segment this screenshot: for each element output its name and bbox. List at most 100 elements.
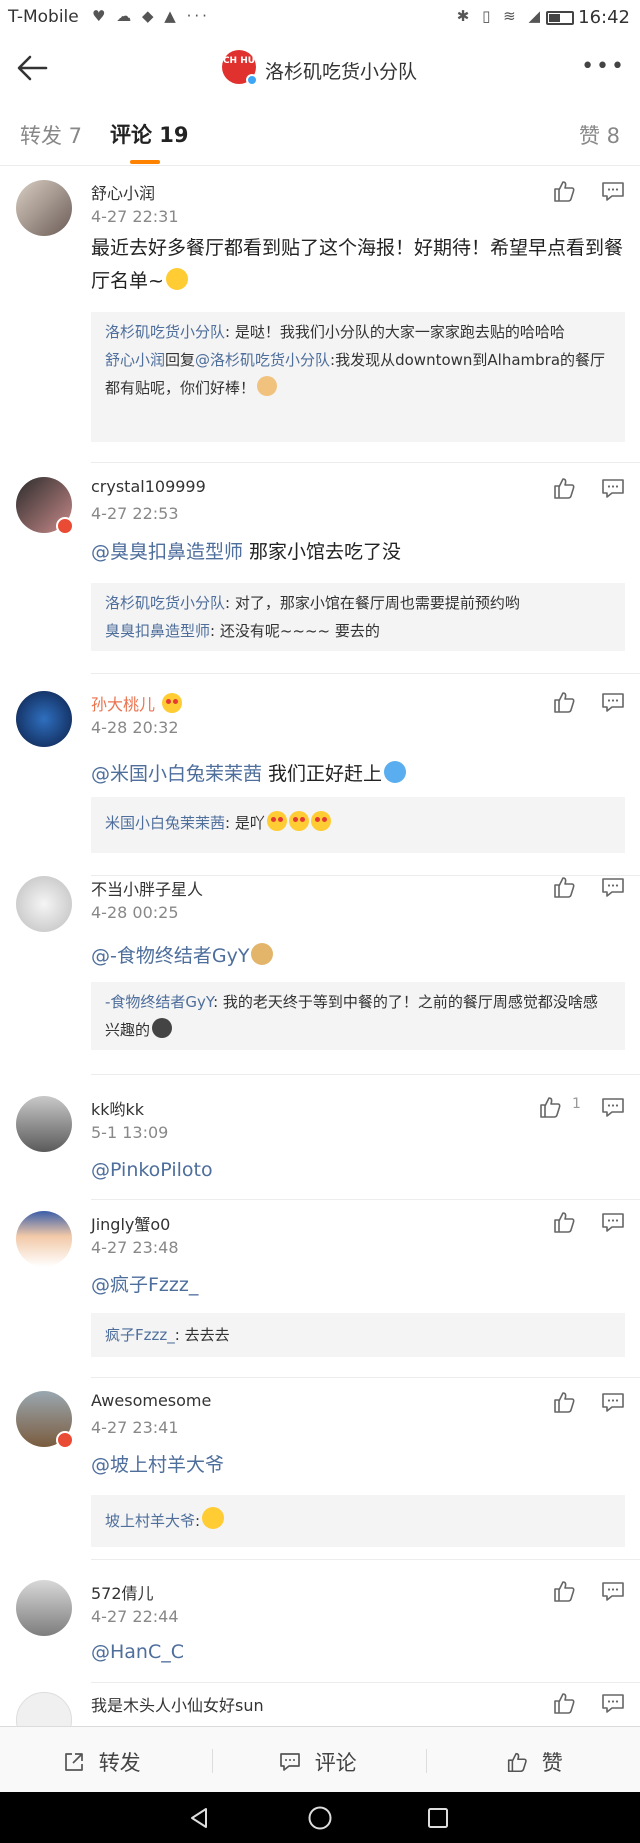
reply-icon[interactable] <box>600 178 626 204</box>
divider <box>91 1074 640 1075</box>
comment-mention[interactable]: @PinkoPiloto <box>91 1159 213 1181</box>
comment-username[interactable]: 孙大桃儿 <box>91 691 183 715</box>
doge-emoji-icon <box>251 943 274 965</box>
nav-home-icon[interactable] <box>307 1805 333 1831</box>
reply-icon[interactable] <box>600 1578 626 1604</box>
reply-text: : 是吖 <box>225 814 265 832</box>
reply-line: 舒心小润回复@洛杉矶吃货小分队:我发现从downtown到Alhambra的餐厅… <box>105 346 611 402</box>
more-icon[interactable]: ••• <box>581 54 626 79</box>
repost-button[interactable]: 转发 <box>62 1747 141 1777</box>
tab-like[interactable]: 赞 8 <box>579 120 620 150</box>
comment-text: @HanC_C <box>91 1636 626 1669</box>
nav-back-icon[interactable] <box>187 1806 211 1830</box>
comment-mention[interactable]: @坡上村羊大爷 <box>91 1454 224 1476</box>
comment-text: @疯子Fzzz_ <box>91 1269 626 1302</box>
comment-username[interactable]: 572倩儿 <box>91 1580 154 1604</box>
reply-text: : 对了，那家小馆在餐厅周也需要提前预约哟 <box>225 594 520 612</box>
thumb-up-icon[interactable] <box>537 1094 563 1120</box>
comment-button[interactable]: 评论 <box>278 1747 357 1777</box>
tab-repost[interactable]: 转发 7 <box>20 120 82 150</box>
back-arrow-icon[interactable] <box>12 48 52 88</box>
reply-username[interactable]: 洛杉矶吃货小分队 <box>105 594 225 612</box>
comment-username[interactable]: 我是木头人小仙女好sun <box>91 1692 264 1716</box>
thumbs-up-emoji-icon <box>257 376 278 396</box>
reply-box[interactable]: 洛杉矶吃货小分队: 对了，那家小馆在餐厅周也需要提前预约哟 臭臭扣鼻造型师: 还… <box>91 583 625 651</box>
reply-username[interactable]: 疯子Fzzz_ <box>105 1326 175 1344</box>
thumb-up-icon[interactable] <box>551 1690 577 1716</box>
comment-username[interactable]: kk哟kk <box>91 1096 144 1120</box>
thumb-up-icon[interactable] <box>551 475 577 501</box>
comment-text: 最近去好多餐厅都看到贴了这个海报！好期待！希望早点看到餐厅名单~ <box>91 232 626 298</box>
comment-username[interactable]: 不当小胖子星人 <box>91 876 203 900</box>
comment-date: 5-1 13:09 <box>91 1123 169 1142</box>
comment-username[interactable]: crystal109999 <box>91 477 206 496</box>
comment-icon <box>280 1753 300 1771</box>
avatar[interactable] <box>16 1211 72 1267</box>
thumb-up-icon[interactable] <box>551 689 577 715</box>
reply-line: 坡上村羊大爷: <box>105 1507 611 1535</box>
thumb-up-icon[interactable] <box>551 874 577 900</box>
reply-icon[interactable] <box>600 1209 626 1235</box>
reply-text: : 是哒！我我们小分队的大家一家家跑去贴的哈哈哈 <box>225 323 565 341</box>
comment-mention[interactable]: @-食物终结者GyY <box>91 945 249 967</box>
avatar[interactable] <box>16 876 72 932</box>
tab-comment[interactable]: 评论 19 <box>110 119 189 149</box>
comment-label: 评论 <box>314 1751 357 1775</box>
top-nav-bar: CH HU 洛杉矶吃货小分队 ••• <box>0 36 640 100</box>
reply-username[interactable]: 坡上村羊大爷 <box>105 1512 195 1530</box>
thumb-up-icon[interactable] <box>551 178 577 204</box>
reply-icon[interactable] <box>600 475 626 501</box>
reply-icon[interactable] <box>600 874 626 900</box>
reply-connector: 回复 <box>165 351 196 369</box>
reply-text: : <box>195 1512 201 1530</box>
comment-mention[interactable]: @米国小白兔茉茉茜 <box>91 763 262 785</box>
reply-box[interactable]: 坡上村羊大爷: <box>91 1495 625 1547</box>
reply-username[interactable]: -食物终结者GyY <box>105 993 213 1011</box>
reply-username[interactable]: 洛杉矶吃货小分队 <box>105 323 225 341</box>
reply-box[interactable]: -食物终结者GyY: 我的老天终于等到中餐的了！之前的餐厅周感觉都没啥感兴趣的 <box>91 982 625 1050</box>
laugh-emoji-icon <box>165 268 188 290</box>
carrier-label: T-Mobile <box>8 7 79 27</box>
comment-username[interactable]: 舒心小润 <box>91 180 155 204</box>
share-icon <box>65 1753 83 1771</box>
account-logo[interactable]: CH HU <box>222 50 258 86</box>
thumb-up-icon[interactable] <box>551 1209 577 1235</box>
comment-username[interactable]: Jingly蟹o0 <box>91 1211 170 1235</box>
comment-mention[interactable]: @臭臭扣鼻造型师 <box>91 541 243 563</box>
avatar[interactable] <box>16 1096 72 1152</box>
reply-username[interactable]: 臭臭扣鼻造型师 <box>105 622 210 640</box>
tab-bar: 转发 7 评论 19 赞 8 <box>0 100 640 166</box>
avatar[interactable] <box>16 1580 72 1636</box>
thumb-up-icon[interactable] <box>551 1389 577 1415</box>
comment-text: @-食物终结者GyY <box>91 940 626 973</box>
reply-icon[interactable] <box>600 689 626 715</box>
reply-username[interactable]: 米国小白兔茉茉茜 <box>105 814 225 832</box>
avatar[interactable] <box>16 691 72 747</box>
battery-icon <box>546 11 574 25</box>
reply-icon[interactable] <box>600 1690 626 1716</box>
page-title[interactable]: 洛杉矶吃货小分队 <box>265 57 417 84</box>
comment-mention[interactable]: @疯子Fzzz_ <box>91 1274 198 1296</box>
reply-box[interactable]: 米国小白兔茉茉茜: 是吖 <box>91 797 625 853</box>
divider <box>91 673 640 674</box>
doraemon-emoji-icon <box>384 761 407 783</box>
like-button[interactable]: 赞 <box>505 1747 563 1777</box>
comment-username[interactable]: Awesomesome <box>91 1391 211 1410</box>
reply-box[interactable]: 疯子Fzzz_: 去去去 <box>91 1313 625 1357</box>
nav-recents-icon[interactable] <box>426 1806 450 1830</box>
reply-icon[interactable] <box>600 1094 626 1120</box>
comment-mention[interactable]: @HanC_C <box>91 1641 184 1663</box>
reply-mention[interactable]: @洛杉矶吃货小分队 <box>195 351 330 369</box>
avatar[interactable] <box>16 1391 74 1449</box>
divider <box>91 462 640 463</box>
comment-date: 4-27 22:44 <box>91 1607 179 1626</box>
avatar[interactable] <box>16 477 74 535</box>
comment-body: 那家小馆去吃了没 <box>243 541 402 563</box>
avatar[interactable] <box>16 180 72 236</box>
reply-box[interactable]: 洛杉矶吃货小分队: 是哒！我我们小分队的大家一家家跑去贴的哈哈哈 舒心小润回复@… <box>91 312 625 442</box>
thumb-up-icon[interactable] <box>551 1578 577 1604</box>
reply-icon[interactable] <box>600 1389 626 1415</box>
comment-date: 4-27 23:41 <box>91 1418 179 1437</box>
system-navigation-bar <box>0 1792 640 1843</box>
reply-username[interactable]: 舒心小润 <box>105 351 165 369</box>
